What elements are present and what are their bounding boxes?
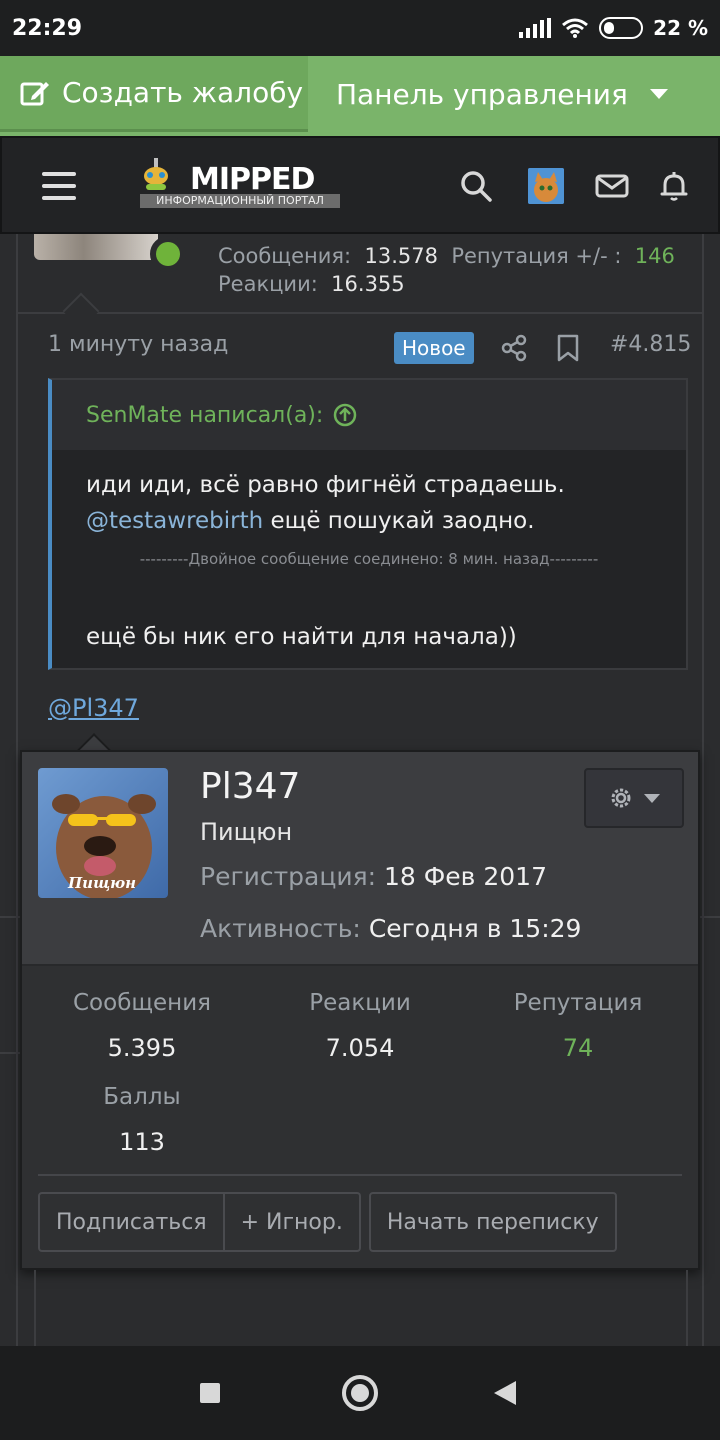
divider [0,1052,22,1054]
wifi-icon [562,18,589,38]
member-activity: Активность: Сегодня в 15:29 [200,914,582,943]
divider [698,916,720,918]
member-avatar[interactable]: Пищюн [38,768,168,898]
top-action-bar: Создать жалобу Панель управления [0,56,720,136]
member-registered: Регистрация: 18 Фев 2017 [200,862,547,891]
create-complaint-button[interactable]: Создать жалобу [0,56,308,132]
post-number[interactable]: #4.815 [610,332,691,357]
post-divider [18,312,702,314]
site-logo[interactable]: MIPPED ИНФОРМАЦИОННЫЙ ПОРТАЛ [140,158,340,210]
logo-subtitle: ИНФОРМАЦИОННЫЙ ПОРТАЛ [140,194,340,208]
member-tooltip-header: Пищюн Pl347 Пищюн Регистрация: 18 Фев 20… [22,752,698,966]
status-icons: 22 % [519,16,708,40]
divider [0,916,22,918]
follow-button[interactable]: Подписаться [38,1192,225,1252]
member-username[interactable]: Pl347 [200,766,300,807]
bookmark-icon[interactable] [556,334,580,362]
create-complaint-label: Создать жалобу [62,76,304,109]
member-stat-messages: Сообщения 5.395 [72,990,212,1062]
back-icon[interactable] [494,1381,516,1405]
chevron-down-icon [649,89,668,99]
popup-divider [38,1174,682,1176]
author-messages-stat: Сообщения: 13.578 Репутация +/- : 146 [218,244,675,268]
control-panel-label: Панель управления [336,77,628,111]
member-stat-reputation: Репутация 74 [513,990,643,1062]
mail-icon[interactable] [594,168,630,204]
quote-block: SenMate написал(а): иди иди, всё равно ф… [48,378,688,670]
bell-icon[interactable] [656,168,692,204]
quote-text-line: иди иди, всё равно фигнёй страдаешь. [86,472,565,498]
arrow-up-circle-icon[interactable] [333,403,357,427]
ignore-button[interactable]: + Игнор. [224,1192,361,1252]
quote-text-line: @testawrebirth ещё пошукай заодно. [86,508,535,534]
signal-icon [519,18,552,38]
status-bar: 22:29 22 % [0,0,720,56]
logo-mark-icon [144,158,168,190]
author-reactions-stat: Реакции: 16.355 [218,272,405,296]
quote-header[interactable]: SenMate написал(а): [52,380,686,450]
new-badge: Новое [394,332,474,364]
chevron-down-icon [644,793,660,803]
merged-message-note: ---------Двойное сообщение соединено: 8 … [139,550,599,568]
gear-icon [611,788,631,808]
logo-title: MIPPED [190,162,315,197]
member-tooltip: Пищюн Pl347 Пищюн Регистрация: 18 Фев 20… [20,750,700,1270]
search-icon[interactable] [458,168,494,204]
post-time[interactable]: 1 минуту назад [48,332,228,357]
system-navigation-bar [0,1346,720,1440]
member-actions-menu-button[interactable] [584,768,684,828]
control-panel-dropdown[interactable]: Панель управления [336,56,668,132]
edit-icon [20,81,49,105]
user-mention-link[interactable]: @Pl347 [48,694,139,722]
home-icon[interactable] [342,1375,378,1411]
site-header: MIPPED ИНФОРМАЦИОННЫЙ ПОРТАЛ [0,136,720,234]
member-title: Пищюн [200,818,293,846]
share-icon[interactable] [500,334,528,362]
member-stat-reactions: Реакции 7.054 [309,990,411,1062]
battery-icon [599,17,644,39]
hamburger-menu-icon[interactable] [42,172,76,200]
author-avatar[interactable] [34,234,158,260]
screen: 22:29 22 % Создать жалобу Панель управле… [0,0,720,1440]
recent-apps-icon[interactable] [200,1383,220,1403]
quote-mention-link[interactable]: @testawrebirth [86,508,263,534]
member-stat-points: Баллы 113 [103,1084,181,1156]
online-status-icon [150,236,186,272]
start-conversation-button[interactable]: Начать переписку [368,1192,617,1252]
status-time: 22:29 [12,15,83,41]
user-avatar-icon[interactable] [528,168,564,204]
next-post-container [34,1270,688,1346]
avatar-caption: Пищюн [68,874,137,892]
battery-level: 22 % [653,16,708,40]
member-action-buttons: Подписаться + Игнор. Начать переписку [38,1192,617,1252]
quote-author: SenMate написал(а): [86,402,324,428]
quote-text-line: ещё бы ник его найти для начала)) [86,624,517,650]
